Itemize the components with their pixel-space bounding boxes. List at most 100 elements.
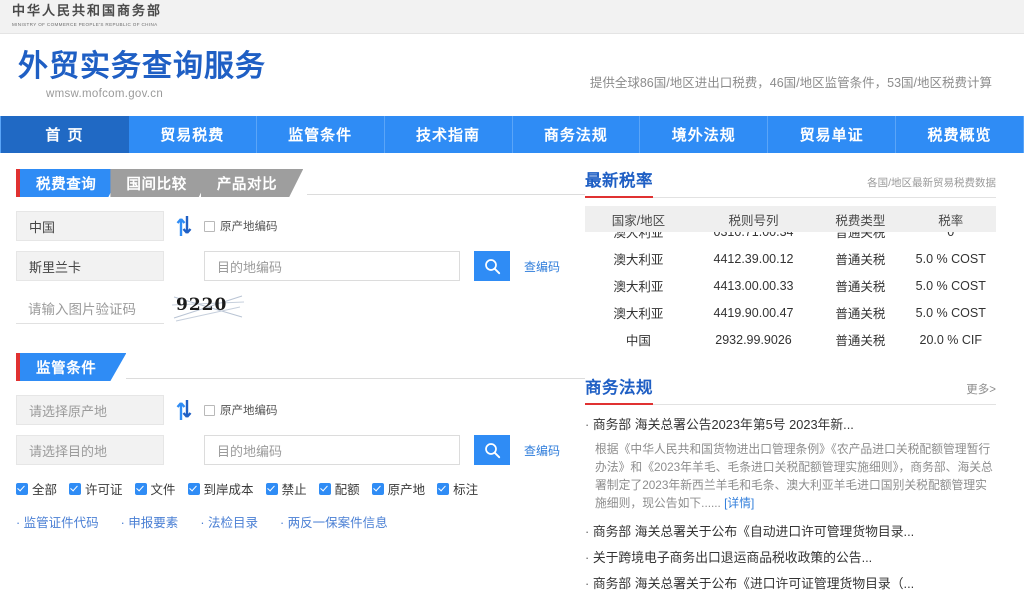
table-row[interactable]: 澳大利亚 4419.90.00.47 普通关税 5.0 % COST xyxy=(585,299,996,326)
table-row[interactable]: 澳大利亚 0310.71.00.34 普通关税 0 xyxy=(585,232,996,245)
cell-rate: 5.0 % COST xyxy=(915,278,986,293)
filter-license[interactable]: 许可证 xyxy=(69,479,123,498)
filter-label: 到岸成本 xyxy=(203,483,254,497)
tax-query-destination-select[interactable]: 斯里兰卡 xyxy=(16,251,164,281)
checkbox-checked-icon xyxy=(371,482,384,495)
regulation-swap-button[interactable] xyxy=(164,399,204,421)
page-content: 税费查询 国间比较 产品对比 中国 原产地编码 斯里兰卡 目的地编码 查编码 请… xyxy=(0,153,1024,597)
regulation-destination-row: 请选择目的地 目的地编码 查编码 xyxy=(16,435,585,465)
nav-item-trade-tax[interactable]: 贸易税费 xyxy=(129,116,257,153)
business-regulations-panel: 商务法规 更多> 商务部 海关总署公告2023年第5号 2023年新... 根据… xyxy=(585,374,996,592)
cell-country: 中国 xyxy=(625,334,651,348)
cell-rate: 0 xyxy=(906,232,996,239)
regulation-origin-select[interactable]: 请选择原产地 xyxy=(16,395,164,425)
tab-tax-query[interactable]: 税费查询 xyxy=(20,169,122,197)
news-detail-link[interactable]: [详情] xyxy=(724,496,754,510)
regulation-dest-code-input[interactable]: 目的地编码 xyxy=(204,435,460,465)
nav-item-overseas-regulations[interactable]: 境外法规 xyxy=(640,116,769,153)
filter-quota[interactable]: 配额 xyxy=(318,479,360,498)
latest-rates-header: 最新税率 各国/地区最新贸易税费数据 xyxy=(585,167,996,198)
filter-label: 全部 xyxy=(32,483,58,497)
nav-item-home[interactable]: 首 页 xyxy=(0,116,129,153)
cell-country: 澳大利亚 xyxy=(613,280,664,294)
regulation-code-lookup-link[interactable]: 查编码 xyxy=(524,442,560,459)
quick-link-declaration-elements[interactable]: 申报要素 xyxy=(121,512,178,531)
checkbox-checked-icon xyxy=(187,482,200,495)
checkbox-checked-icon xyxy=(16,482,28,495)
latest-rates-title: 最新税率 xyxy=(585,167,653,198)
regulation-origin-code-checkbox[interactable]: 原产地编码 xyxy=(204,402,278,418)
cell-tariff-code: 4412.39.00.12 xyxy=(713,251,794,266)
regulation-banner: 监管条件 xyxy=(16,351,585,381)
cell-tax-type: 普通关税 xyxy=(835,253,886,267)
tax-query-search-button[interactable] xyxy=(474,251,510,281)
cell-country: 澳大利亚 xyxy=(613,232,664,240)
regulation-search-button[interactable] xyxy=(474,435,510,465)
tax-query-swap-button[interactable] xyxy=(164,215,204,237)
table-row[interactable]: 中国 2932.99.9026 普通关税 20.0 % CIF xyxy=(585,326,996,353)
column-header-rate: 税率 xyxy=(938,213,964,228)
filter-prohibited[interactable]: 禁止 xyxy=(265,479,307,498)
list-item[interactable]: 商务部 海关总署公告2023年第5号 2023年新... xyxy=(585,414,996,433)
site-url: wmsw.mofcom.gov.cn xyxy=(46,88,164,100)
latest-rates-table-body: 澳大利亚 0310.71.00.34 普通关税 0 澳大利亚 4412.39.0… xyxy=(585,232,996,358)
filter-all[interactable]: 全部 xyxy=(16,479,57,498)
nav-item-trade-documents[interactable]: 贸易单证 xyxy=(768,116,897,153)
business-regulations-more-link[interactable]: 更多> xyxy=(966,381,996,398)
tax-query-code-lookup-link[interactable]: 查编码 xyxy=(524,258,560,275)
list-item[interactable]: 商务部 海关总署关于公布《进口许可证管理货物目录（... xyxy=(585,573,996,592)
tax-query-captcha-row: 请输入图片验证码 9220 xyxy=(16,291,585,325)
nav-item-technical-guide[interactable]: 技术指南 xyxy=(385,116,513,153)
filter-landed-cost[interactable]: 到岸成本 xyxy=(187,479,254,498)
checkbox-checked-icon xyxy=(437,482,450,495)
column-header-tax-type: 税费类型 xyxy=(835,213,886,228)
filter-label: 配额 xyxy=(334,483,360,497)
filter-document[interactable]: 文件 xyxy=(134,479,176,498)
nav-item-business-regulations[interactable]: 商务法规 xyxy=(513,116,641,153)
tax-query-origin-code-label: 原产地编码 xyxy=(220,221,278,233)
table-row[interactable]: 澳大利亚 4413.00.00.33 普通关税 5.0 % COST xyxy=(585,272,996,299)
cell-country: 澳大利亚 xyxy=(613,253,664,267)
list-item[interactable]: 商务部 海关总署关于公布《自动进口许可管理货物目录... xyxy=(585,521,996,540)
regulation-section: 监管条件 请选择原产地 原产地编码 请选择目的地 目的地编码 查编码 全部 许可… xyxy=(16,351,585,531)
list-item[interactable]: 关于跨境电子商务出口退运商品税收政策的公告... xyxy=(585,547,996,566)
banner-accent-bar xyxy=(16,353,20,381)
regulation-section-title: 监管条件 xyxy=(20,353,126,381)
site-brand: 外贸实务查询服务 wmsw.mofcom.gov.cn xyxy=(0,49,266,101)
nav-item-tax-overview[interactable]: 税费概览 xyxy=(896,116,1024,153)
main-navigation: 首 页 贸易税费 监管条件 技术指南 商务法规 境外法规 贸易单证 税费概览 xyxy=(0,116,1024,153)
quick-link-trade-remedy-cases[interactable]: 两反一保案件信息 xyxy=(280,512,388,531)
filter-label: 标注 xyxy=(453,483,479,497)
filter-origin[interactable]: 原产地 xyxy=(371,479,426,498)
captcha-image[interactable]: 9220 xyxy=(172,291,246,325)
tab-product-comparison[interactable]: 产品对比 xyxy=(201,169,303,197)
business-regulations-list: 商务部 海关总署公告2023年第5号 2023年新... 根据《中华人民共和国货… xyxy=(585,414,996,592)
quick-link-legal-inspection-catalog[interactable]: 法检目录 xyxy=(200,512,258,531)
search-icon xyxy=(484,442,500,458)
latest-rates-table: 国家/地区 税则号列 税费类型 税率 澳大利亚 0310.71.00.34 普通… xyxy=(585,206,996,358)
page-title: 外贸实务查询服务 xyxy=(18,49,266,84)
search-icon xyxy=(484,258,500,274)
captcha-input[interactable]: 请输入图片验证码 xyxy=(16,292,164,324)
latest-rates-table-header: 国家/地区 税则号列 税费类型 税率 xyxy=(585,206,996,232)
government-bar: 中华人民共和国商务部 MINISTRY OF COMMERCE PEOPLE'S… xyxy=(0,0,1024,34)
tax-query-origin-code-checkbox[interactable]: 原产地编码 xyxy=(204,218,278,234)
tab-country-comparison[interactable]: 国间比较 xyxy=(110,169,212,197)
regulation-origin-row: 请选择原产地 原产地编码 xyxy=(16,395,585,425)
quick-link-regulatory-certificate-code[interactable]: 监管证件代码 xyxy=(16,512,99,531)
cell-tax-type: 普通关税 xyxy=(835,280,886,294)
header-tagline: 提供全球86国/地区进出口税费，46国/地区监管条件，53国/地区税费计算 xyxy=(589,76,992,90)
filter-label: 原产地 xyxy=(387,483,426,497)
tax-query-origin-select[interactable]: 中国 xyxy=(16,211,164,241)
latest-rates-subtitle: 各国/地区最新贸易税费数据 xyxy=(867,177,996,189)
tax-query-dest-code-input[interactable]: 目的地编码 xyxy=(204,251,460,281)
filter-annotation[interactable]: 标注 xyxy=(437,479,478,498)
cell-rate: 5.0 % COST xyxy=(915,251,986,266)
cell-rate: 5.0 % COST xyxy=(915,305,986,320)
filter-label: 禁止 xyxy=(281,483,307,497)
banner-divider xyxy=(126,378,585,379)
regulation-destination-select[interactable]: 请选择目的地 xyxy=(16,435,164,465)
nav-item-regulatory-conditions[interactable]: 监管条件 xyxy=(257,116,385,153)
table-row[interactable]: 澳大利亚 4412.39.00.12 普通关税 5.0 % COST xyxy=(585,245,996,272)
site-header: 外贸实务查询服务 wmsw.mofcom.gov.cn 提供全球86国/地区进出… xyxy=(0,34,1024,116)
